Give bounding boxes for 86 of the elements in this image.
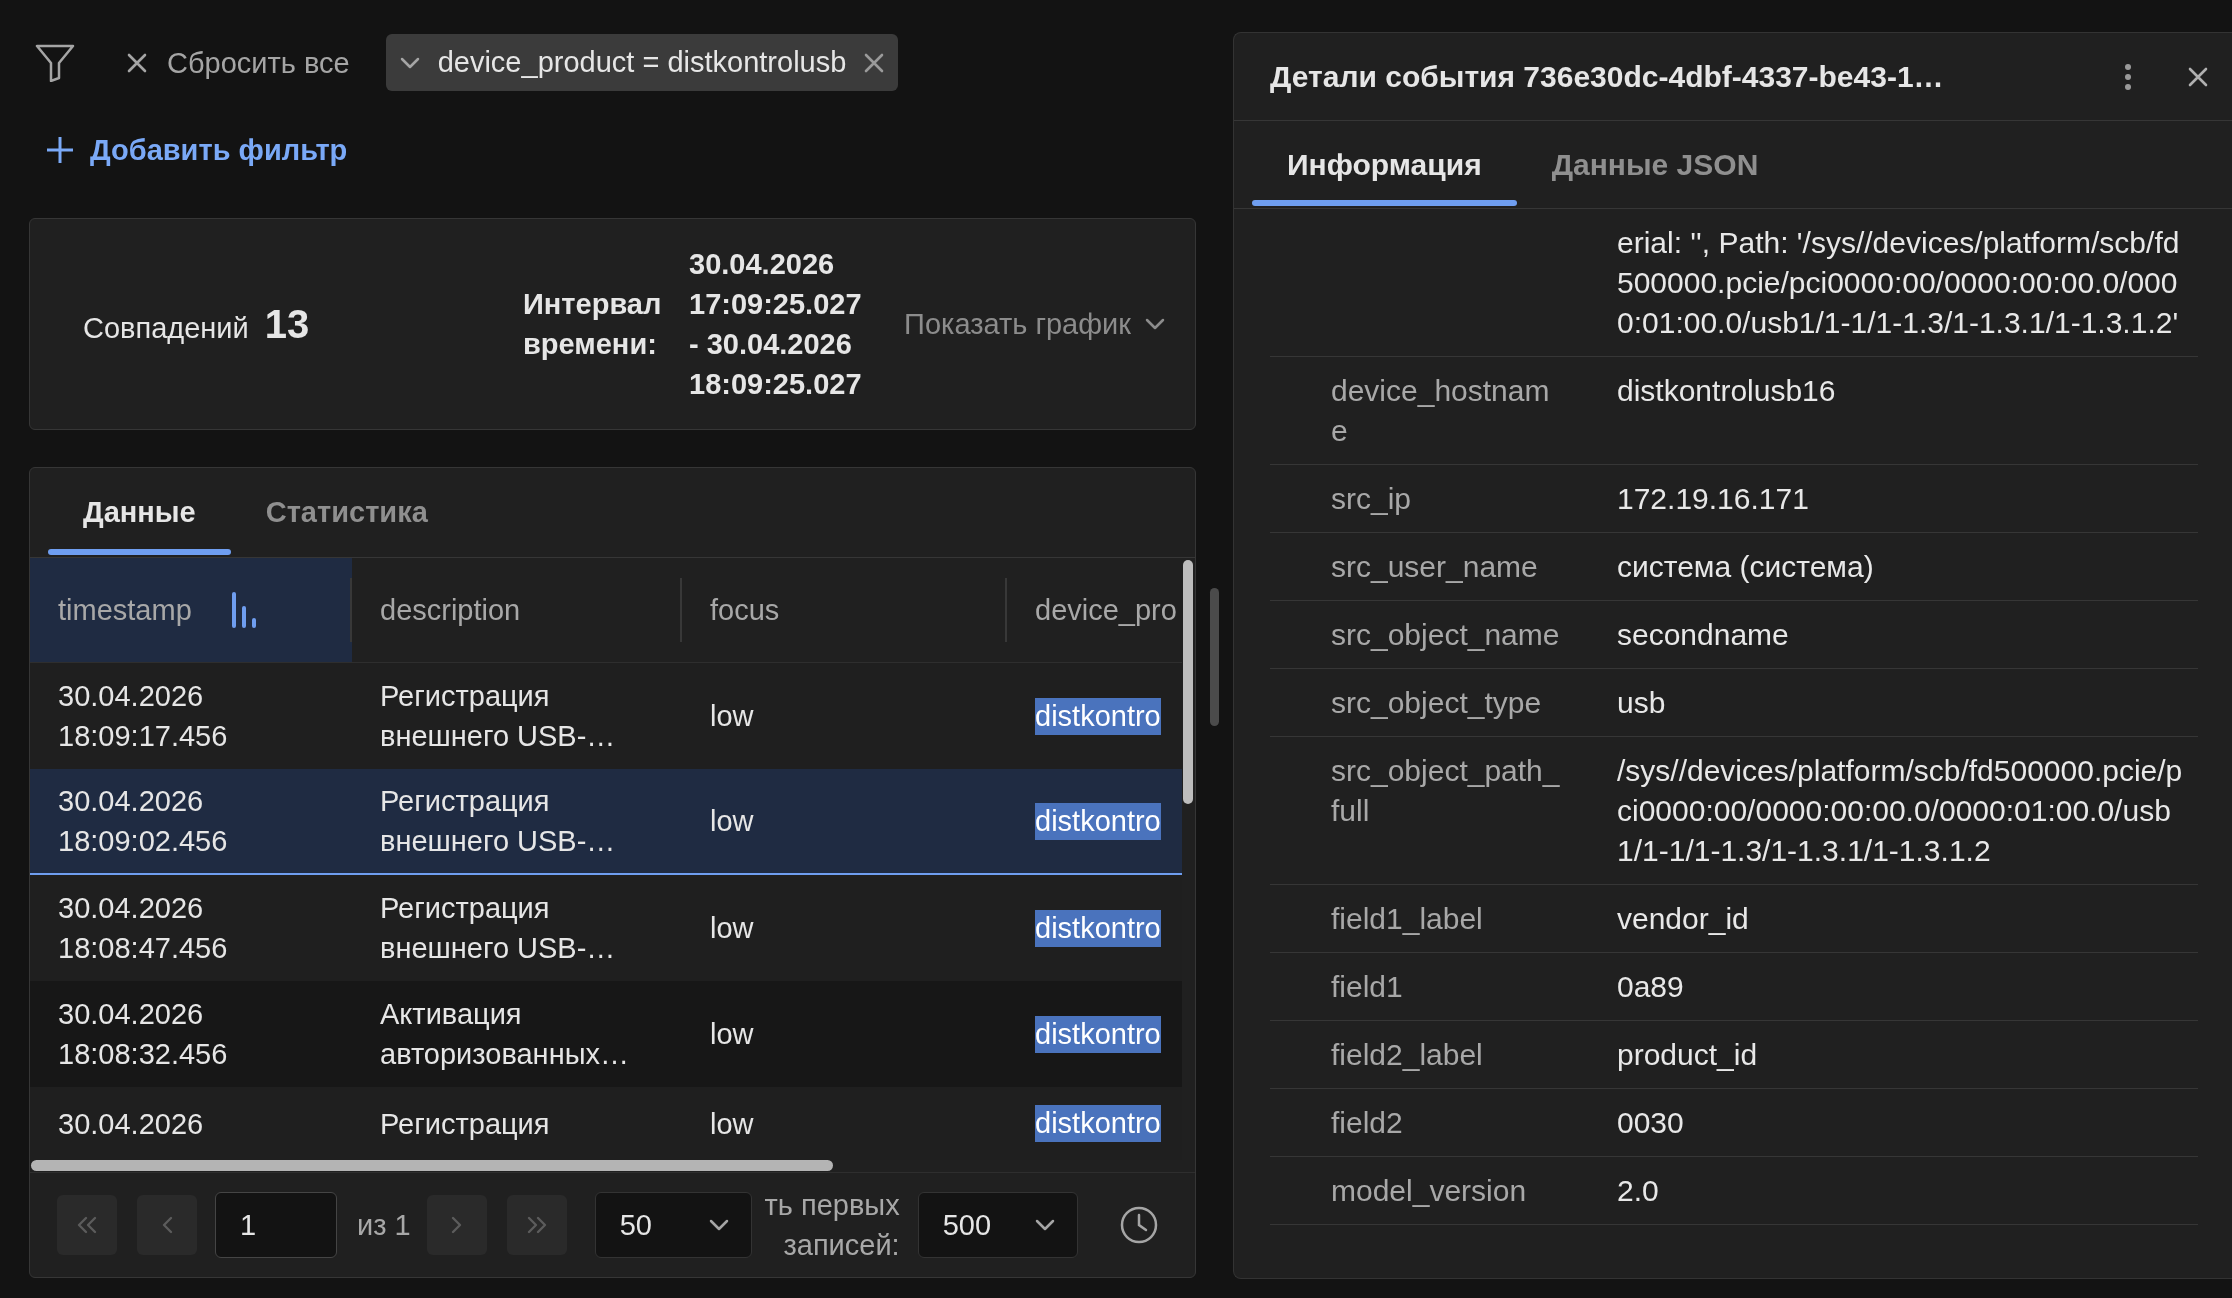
more-icon[interactable] — [2124, 62, 2132, 91]
table-cell-text: Регистрация внешнего USB-… — [379, 891, 617, 966]
vertical-scrollbar-thumb[interactable] — [1183, 560, 1193, 804]
column-header[interactable]: description — [352, 558, 682, 662]
field-value: 0a89 — [1617, 969, 1684, 1005]
panel-title: Детали события 736e30dc-4dbf-4337-be43-1… — [1270, 59, 1944, 94]
chevron-down-icon — [708, 1219, 729, 1231]
table-cell-text: low — [709, 1017, 755, 1052]
highlighted-text: distkontro — [1035, 697, 1161, 735]
matches-label: Совпадений — [83, 311, 249, 345]
tab[interactable]: Данные — [48, 468, 231, 557]
table-cell-text: 30.04.2026 18:09:02.456 — [57, 784, 229, 859]
table-cell-text: low — [709, 804, 755, 839]
tab[interactable]: Статистика — [230, 468, 463, 557]
chevron-left-icon — [161, 1216, 173, 1234]
field-value: 2.0 — [1617, 1173, 1659, 1209]
reset-all-button[interactable]: Сбросить все — [127, 42, 350, 83]
highlighted-text: distkontro — [1035, 1015, 1161, 1053]
column-header[interactable]: focus — [682, 558, 1007, 662]
field-value: product_id — [1617, 1037, 1758, 1073]
show-chart-button[interactable]: Показать график — [904, 307, 1165, 341]
close-icon — [127, 52, 147, 73]
field-value: secondname — [1617, 617, 1789, 653]
field-label: field1_label — [1331, 901, 1483, 937]
table-cell-text: 30.04.2026 18:09:17.456 — [57, 679, 229, 754]
matches-count: 13 — [264, 301, 310, 347]
chevron-icon — [1145, 318, 1165, 330]
table-cell-text: 30.04.2026 — [57, 1106, 205, 1142]
highlighted-text: distkontro — [1035, 1105, 1161, 1142]
interval-value: 30.04.2026 17:09:25.027 - 30.04.2026 18:09:25.027 — [689, 247, 863, 402]
interval-label: Интервал времени: — [523, 287, 663, 362]
page-count-label: из 1 — [357, 1208, 411, 1242]
sort-icon — [231, 592, 256, 628]
table-row[interactable]: 30.04.2026 18:09:02.456 Регистрация внешнего USB-… low distkontro — [30, 769, 1182, 875]
table-cell-text: 30.04.2026 18:08:32.456 — [57, 997, 229, 1072]
highlighted-text: distkontro — [1035, 909, 1161, 947]
add-filter-button[interactable]: Добавить фильтр — [45, 133, 348, 167]
chevron-right-icon — [450, 1216, 463, 1234]
field-value: erial: '', Path: '/sys//devices/platform/scb/fd500000.pcie/pci0000:00/0000:00:00.0/0000:01:00.0/usb1/1-1/1-1.3/1-1.3.1/1-1.3.1.2' — [1617, 225, 2181, 341]
table-cell-text: Регистрация внешнего USB-… — [379, 679, 617, 754]
field-label: src_user_name — [1331, 549, 1538, 585]
double-chevron-right-icon — [525, 1216, 548, 1234]
field-label: src_object_name — [1331, 617, 1560, 653]
close-icon[interactable] — [2188, 66, 2208, 87]
table-row[interactable]: 30.04.2026 18:08:32.456 Активация авторизованных… low distkontro — [30, 981, 1182, 1087]
filter-chip[interactable]: device_product = distkontrolusb — [385, 34, 899, 91]
table-cell-text: 30.04.2026 18:08:47.456 — [57, 891, 229, 966]
chevron-down-icon — [399, 56, 420, 69]
field-label: src_ip — [1331, 481, 1412, 517]
field-label: field1 — [1331, 969, 1403, 1005]
field-label: src_object_type — [1331, 685, 1542, 721]
clock-icon[interactable] — [1119, 1206, 1158, 1244]
column-header[interactable]: timestamp — [30, 558, 352, 662]
vertical-scrollbar-thumb[interactable] — [1210, 588, 1219, 726]
limit-label: ть первых записей: — [763, 1188, 900, 1263]
field-label: device_hostname — [1331, 373, 1551, 449]
horizontal-scrollbar-thumb[interactable] — [31, 1160, 833, 1171]
field-value: система (система) — [1617, 549, 1874, 585]
table-cell-text: Активация авторизованных… — [379, 997, 630, 1072]
table-cell-text: low — [709, 911, 755, 946]
field-label: src_object_path_full — [1331, 753, 1561, 829]
table-cell-text: Регистрация — [379, 1106, 551, 1142]
column-header[interactable]: device_pro — [1007, 558, 1195, 662]
chevron-down-icon — [1034, 1219, 1055, 1231]
table-cell-text: low — [709, 1106, 755, 1142]
field-label: model_version — [1331, 1173, 1527, 1209]
plus-icon — [45, 135, 75, 165]
field-value: 172.19.16.171 — [1617, 481, 1809, 517]
limit-select[interactable]: 500 — [917, 1192, 1078, 1258]
tab[interactable]: Информация — [1252, 121, 1517, 208]
field-value: usb — [1617, 685, 1666, 721]
field-value: vendor_id — [1617, 901, 1749, 937]
double-chevron-left-icon — [76, 1216, 98, 1234]
tab[interactable]: Данные JSON — [1516, 121, 1794, 208]
close-icon[interactable] — [864, 52, 885, 73]
filter-icon[interactable] — [35, 43, 75, 82]
highlighted-text: distkontro — [1035, 802, 1161, 840]
page-input[interactable]: 1 — [215, 1192, 337, 1258]
field-value: /sys//devices/platform/scb/fd500000.pcie/pci0000:00/0000:00:00.0/0000:01:00.0/usb1/1-1/1-1.3/1-1.3.1/1-1.3.1.2 — [1617, 753, 2184, 869]
field-label: field2 — [1331, 1105, 1403, 1141]
field-label: field2_label — [1331, 1037, 1483, 1073]
page-size-select[interactable]: 50 — [594, 1192, 752, 1258]
table-cell-text: low — [709, 699, 755, 734]
table-cell-text: Регистрация внешнего USB-… — [379, 784, 617, 859]
field-value: 0030 — [1617, 1105, 1684, 1141]
field-value: distkontrolusb16 — [1617, 373, 1836, 409]
